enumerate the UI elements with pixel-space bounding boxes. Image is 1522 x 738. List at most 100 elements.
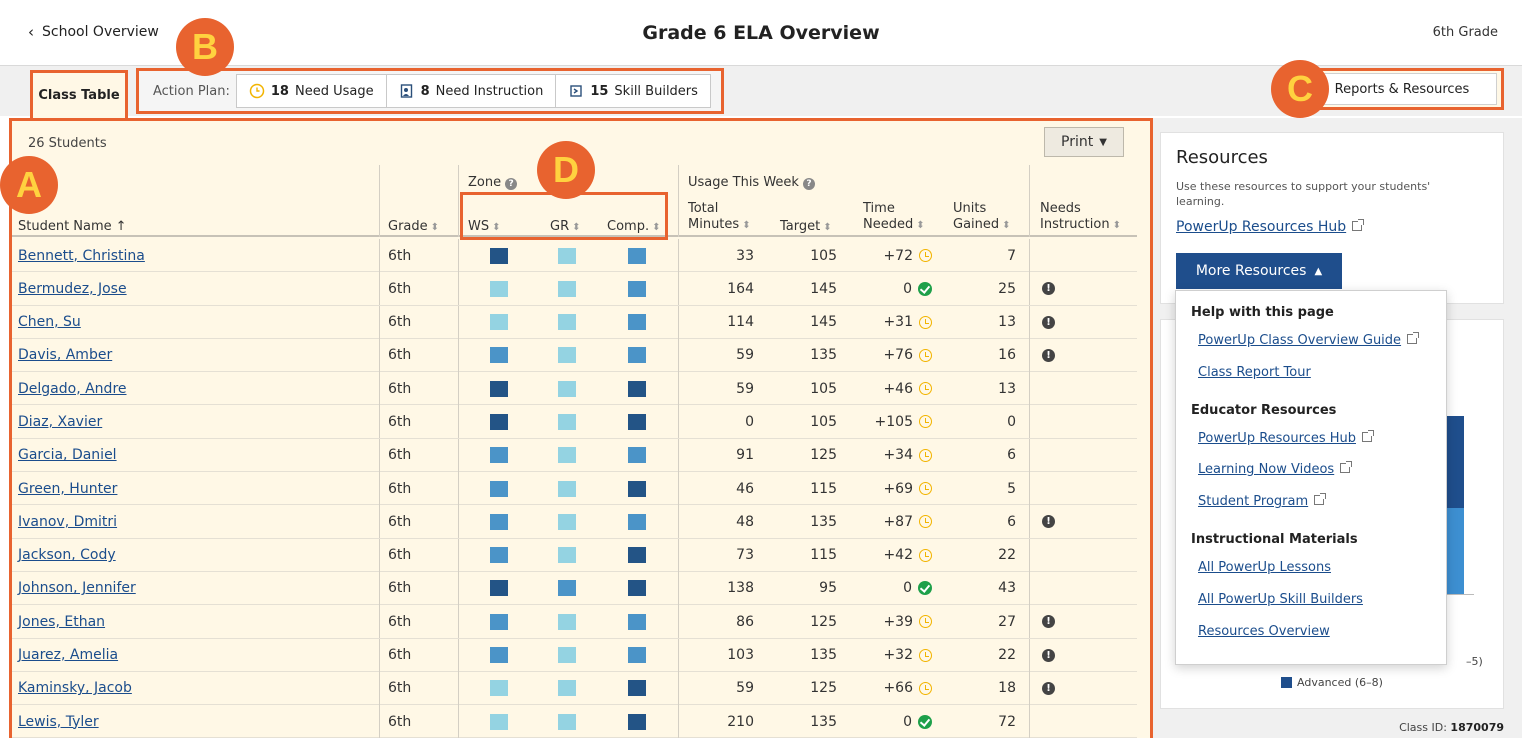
zone-comp-square <box>628 539 646 572</box>
legend-fragment: –5) <box>1466 655 1483 668</box>
sort-icon: ⬍ <box>916 220 925 231</box>
alert-icon: ! <box>1042 515 1055 529</box>
student-name-link[interactable]: Bermudez, Jose <box>18 272 127 305</box>
tab-class-table[interactable]: Class Table <box>30 70 128 118</box>
col-needs-instruction[interactable]: Needs Instruction ⬍ <box>1040 201 1121 234</box>
sort-icon: ⬍ <box>742 220 751 231</box>
col-units-gained[interactable]: Units Gained ⬍ <box>953 201 1011 234</box>
zone-gr-square <box>558 472 576 505</box>
student-name-link[interactable]: Ivanov, Dmitri <box>18 505 117 538</box>
total-minutes: 48 <box>736 513 754 530</box>
menu-item-student-program[interactable]: Student Program <box>1198 493 1327 509</box>
grade-label: 6th Grade <box>1432 25 1498 40</box>
student-grade: 6th <box>388 513 412 530</box>
col-student-name[interactable]: Student Name ↑ <box>18 219 127 235</box>
col-usage-heading: Usage This Week? <box>688 175 815 191</box>
external-link-icon <box>1314 493 1327 505</box>
clock-icon <box>919 648 932 662</box>
student-name-link[interactable]: Jackson, Cody <box>18 539 116 572</box>
col-grade[interactable]: Grade ⬍ <box>388 219 439 236</box>
needs-instruction-indicator[interactable]: ! <box>1042 505 1055 538</box>
target-minutes: 125 <box>810 613 837 630</box>
print-button[interactable]: Print ▼ <box>1044 127 1124 157</box>
needs-instruction-indicator[interactable]: ! <box>1042 672 1055 705</box>
zone-ws-square <box>490 472 508 505</box>
menu-item-resources-overview[interactable]: Resources Overview <box>1198 624 1330 639</box>
col-target[interactable]: Target ⬍ <box>780 219 832 236</box>
menu-item-all-skill-builders[interactable]: All PowerUp Skill Builders <box>1198 592 1363 607</box>
table-row: Bermudez, Jose 6th 164 145 0 25! <box>12 272 1137 306</box>
zone-ws-square <box>490 605 508 638</box>
zone-gr-square <box>558 505 576 538</box>
units-gained: 6 <box>1007 513 1016 530</box>
table-row: Bennett, Christina 6th 33 105 +72 7 <box>12 239 1137 273</box>
menu-item-learning-now-videos[interactable]: Learning Now Videos <box>1198 461 1353 477</box>
student-name-link[interactable]: Delgado, Andre <box>18 372 127 405</box>
clock-icon <box>919 382 932 396</box>
student-name-link[interactable]: Garcia, Daniel <box>18 439 117 472</box>
alert-icon: ! <box>1042 348 1055 362</box>
needs-instruction-indicator[interactable]: ! <box>1042 639 1055 672</box>
clock-icon <box>919 615 932 629</box>
info-icon[interactable]: ? <box>505 178 518 190</box>
zone-gr-square <box>558 272 576 305</box>
clock-icon <box>919 249 932 262</box>
clock-icon <box>919 415 932 429</box>
need-instruction-label: Need Instruction <box>435 83 544 99</box>
units-gained: 22 <box>998 547 1016 564</box>
target-minutes: 135 <box>810 347 837 364</box>
student-grade: 6th <box>388 713 412 730</box>
reports-resources-button[interactable]: Reports & Resources <box>1307 73 1497 105</box>
needs-instruction-indicator[interactable]: ! <box>1042 339 1055 372</box>
menu-item-class-report-tour[interactable]: Class Report Tour <box>1198 365 1311 380</box>
menu-item-resources-hub[interactable]: PowerUp Resources Hub <box>1198 430 1374 446</box>
time-needed: +76 <box>862 339 932 372</box>
needs-instruction-indicator[interactable]: ! <box>1042 272 1055 305</box>
need-usage-count: 18 <box>270 83 289 99</box>
alert-icon: ! <box>1042 681 1055 695</box>
menu-group-educator: Educator Resources <box>1191 403 1337 418</box>
student-name-link[interactable]: Bennett, Christina <box>18 239 145 272</box>
col-time-needed[interactable]: Time Needed ⬍ <box>863 201 925 234</box>
need-instruction-button[interactable]: 8 Need Instruction <box>386 74 557 108</box>
student-name-link[interactable]: Kaminsky, Jacob <box>18 672 132 705</box>
col-total-minutes[interactable]: Total Minutes ⬍ <box>688 201 751 234</box>
skill-builders-button[interactable]: 15 Skill Builders <box>556 74 711 108</box>
zone-gr-square <box>558 339 576 372</box>
needs-instruction-indicator[interactable]: ! <box>1042 306 1055 339</box>
zone-ws-square <box>490 239 508 272</box>
zone-comp-square <box>628 405 646 438</box>
menu-item-all-lessons[interactable]: All PowerUp Lessons <box>1198 560 1331 575</box>
menu-item-class-overview-guide[interactable]: PowerUp Class Overview Guide <box>1198 332 1420 348</box>
table-row: Lewis, Tyler 6th 210 135 0 72 <box>12 705 1137 738</box>
student-name-link[interactable]: Juarez, Amelia <box>18 639 118 672</box>
student-grade: 6th <box>388 480 412 497</box>
total-minutes: 46 <box>736 480 754 497</box>
student-name-link[interactable]: Davis, Amber <box>18 339 112 372</box>
student-name-link[interactable]: Chen, Su <box>18 306 81 339</box>
resources-hub-link[interactable]: PowerUp Resources Hub <box>1176 219 1365 235</box>
zone-comp-square <box>628 605 646 638</box>
zone-ws-square <box>490 405 508 438</box>
table-row: Jackson, Cody 6th 73 115 +42 22 <box>12 538 1137 572</box>
table-row: Jones, Ethan 6th 86 125 +39 27! <box>12 605 1137 639</box>
sort-icon: ⬍ <box>823 222 832 233</box>
time-needed: +34 <box>862 439 932 472</box>
student-name-link[interactable]: Lewis, Tyler <box>18 705 99 738</box>
zone-comp-square <box>628 339 646 372</box>
student-name-link[interactable]: Jones, Ethan <box>18 605 105 638</box>
student-name-link[interactable]: Johnson, Jennifer <box>18 572 136 605</box>
zone-comp-square <box>628 572 646 605</box>
units-gained: 6 <box>1007 447 1016 464</box>
zone-gr-square <box>558 439 576 472</box>
units-gained: 22 <box>998 647 1016 664</box>
need-usage-button[interactable]: 18 Need Usage <box>235 74 387 108</box>
student-name-link[interactable]: Diaz, Xavier <box>18 405 102 438</box>
total-minutes: 86 <box>736 613 754 630</box>
info-icon[interactable]: ? <box>802 178 815 190</box>
needs-instruction-indicator[interactable]: ! <box>1042 605 1055 638</box>
more-resources-button[interactable]: More Resources ▲ <box>1176 253 1342 289</box>
student-name-link[interactable]: Green, Hunter <box>18 472 117 505</box>
clock-icon <box>919 348 932 362</box>
zone-ws-square <box>490 272 508 305</box>
